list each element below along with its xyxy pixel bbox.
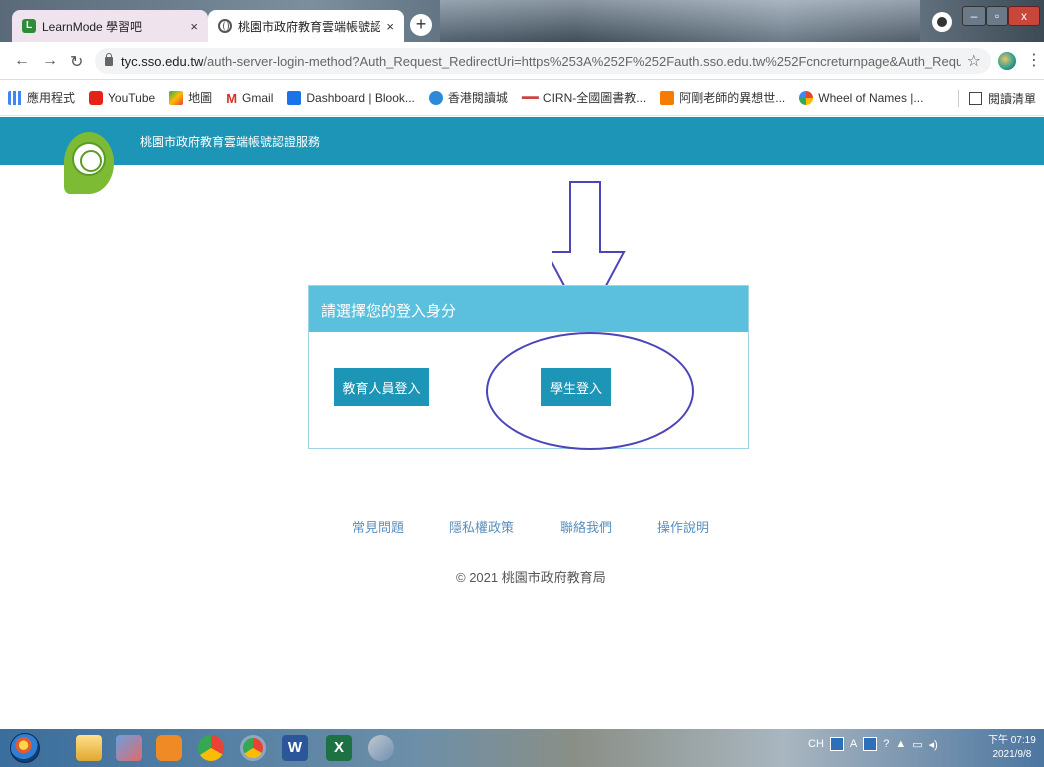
bookmark-label: 阿剛老師的異想世... — [679, 91, 786, 105]
tab-title: LearnMode 學習吧 — [42, 19, 143, 34]
blogger-icon — [660, 90, 675, 105]
bookmark-dashboard[interactable]: Dashboard | Blook... — [287, 90, 415, 105]
help-icon[interactable]: ? — [883, 738, 889, 750]
menu-dots-icon[interactable]: ⋮ — [1026, 50, 1042, 70]
youtube-icon — [89, 90, 104, 105]
address-toolbar: ← → ↻ tyc.sso.edu.tw /auth-server-login-… — [0, 42, 1044, 80]
bookmark-apps[interactable]: 應用程式 — [8, 89, 75, 106]
reading-list-icon — [968, 92, 982, 105]
profile-icon[interactable] — [932, 12, 952, 32]
bookmark-label: 地圖 — [188, 91, 213, 105]
bookmark-label: YouTube — [108, 90, 156, 105]
tab-tyc-sso[interactable]: 桃園市政府教育雲端帳號認證服 × — [208, 10, 404, 42]
bookmark-label: Gmail — [242, 90, 274, 105]
bookmark-cirn[interactable]: ▬▬ CIRN-全國圖書教... — [522, 89, 646, 106]
bookmark-gmail[interactable]: M Gmail — [226, 90, 274, 106]
ime-mode-indicator[interactable]: A — [850, 738, 857, 750]
chrome-icon[interactable] — [198, 735, 224, 761]
taskbar-clock[interactable]: 下午 07:19 2021/9/8 — [988, 734, 1036, 762]
back-arrow-icon[interactable]: ← — [14, 52, 30, 70]
tray-expand-icon[interactable]: ▲ — [895, 738, 906, 750]
extension-icon[interactable] — [998, 52, 1016, 70]
excel-icon[interactable]: X — [326, 735, 352, 761]
footer-link-privacy[interactable]: 隱私權政策 — [449, 517, 514, 536]
start-button-icon[interactable] — [10, 733, 40, 763]
clock-time: 下午 07:19 — [988, 735, 1036, 746]
ime-icon[interactable] — [829, 737, 844, 751]
reload-icon[interactable]: ↻ — [70, 52, 83, 72]
hk-reading-icon — [428, 90, 443, 105]
system-tray: CH A ? ▲ ▭ ◂) — [808, 737, 944, 751]
url-bar[interactable]: tyc.sso.edu.tw /auth-server-login-method… — [95, 48, 991, 74]
chrome-active-icon[interactable] — [240, 735, 266, 761]
windows-taskbar: W X CH A ? ▲ ▭ ◂) 下午 07:19 2021/9/8 — [0, 729, 1044, 767]
tab-close-icon[interactable]: × — [190, 19, 198, 34]
tab-learnmode[interactable]: L LearnMode 學習吧 × — [12, 10, 208, 42]
new-tab-button[interactable]: + — [410, 14, 432, 36]
minimize-button[interactable]: – — [962, 6, 986, 26]
copyright-text: © 2021 桃園市政府教育局 — [456, 570, 606, 585]
globe-icon — [218, 19, 232, 33]
circle-annotation — [486, 332, 694, 450]
reading-list-button[interactable]: 閱讀清單 — [957, 90, 1036, 107]
cirn-icon: ▬▬ — [521, 90, 539, 101]
app-icon[interactable] — [368, 735, 394, 761]
bookmark-blogger[interactable]: 阿剛老師的異想世... — [660, 89, 785, 106]
lock-icon[interactable] — [105, 52, 113, 66]
bookmark-label: Wheel of Names |... — [818, 90, 924, 105]
bookmark-youtube[interactable]: YouTube — [89, 90, 156, 105]
footer-link-guide[interactable]: 操作說明 — [657, 517, 709, 536]
apps-icon — [8, 90, 22, 105]
teacher-login-button[interactable]: 教育人員登入 — [334, 368, 429, 406]
footer-link-contact[interactable]: 聯絡我們 — [560, 517, 612, 536]
maximize-button[interactable]: ▫ — [986, 6, 1008, 26]
bookmark-label: Dashboard | Blook... — [306, 90, 415, 105]
paint-icon[interactable] — [116, 735, 142, 761]
logo-seal-icon — [72, 142, 106, 176]
reading-list-label: 閱讀清單 — [987, 92, 1036, 106]
close-window-button[interactable]: x — [1008, 6, 1040, 26]
volume-icon[interactable]: ◂) — [929, 738, 938, 751]
site-logo[interactable] — [64, 132, 114, 194]
url-path: /auth-server-login-method?Auth_Request_R… — [203, 53, 961, 69]
site-title: 桃園市政府教育雲端帳號認證服務 — [140, 135, 321, 149]
bookmark-star-icon[interactable]: ☆ — [967, 51, 981, 71]
bookmark-maps[interactable]: 地圖 — [169, 89, 212, 106]
forward-arrow-icon[interactable]: → — [42, 52, 58, 70]
bookmark-label: CIRN-全國圖書教... — [542, 91, 647, 105]
bookmark-label: 香港閱讀城 — [447, 91, 508, 105]
bookmarks-bar: 應用程式 YouTube 地圖 M Gmail Dashboard | Bloo… — [0, 80, 1044, 116]
bookmark-wheel[interactable]: Wheel of Names |... — [799, 90, 924, 105]
wheel-icon — [799, 90, 814, 105]
keyboard-icon[interactable] — [863, 737, 878, 751]
bookmark-label: 應用程式 — [27, 91, 76, 105]
file-explorer-icon[interactable] — [76, 735, 102, 761]
maps-icon — [169, 90, 184, 105]
tab-title: 桃園市政府教育雲端帳號認證服 — [238, 19, 381, 34]
learnmode-icon: L — [22, 19, 36, 33]
url-domain: tyc.sso.edu.tw — [121, 53, 204, 69]
network-icon[interactable]: ▭ — [912, 738, 922, 751]
footer-link-faq[interactable]: 常見問題 — [352, 517, 404, 536]
bookmark-hk-reading[interactable]: 香港閱讀城 — [428, 89, 508, 106]
clock-date: 2021/9/8 — [992, 749, 1032, 760]
panel-heading: 請選擇您的登入身分 — [309, 286, 748, 332]
gmail-icon: M — [226, 90, 238, 106]
media-player-icon[interactable] — [156, 735, 182, 761]
language-indicator[interactable]: CH — [808, 738, 824, 750]
dashboard-icon — [287, 90, 302, 105]
site-header: 桃園市政府教育雲端帳號認證服務 — [0, 117, 1044, 165]
word-icon[interactable]: W — [282, 735, 308, 761]
tab-close-icon[interactable]: × — [386, 19, 394, 34]
